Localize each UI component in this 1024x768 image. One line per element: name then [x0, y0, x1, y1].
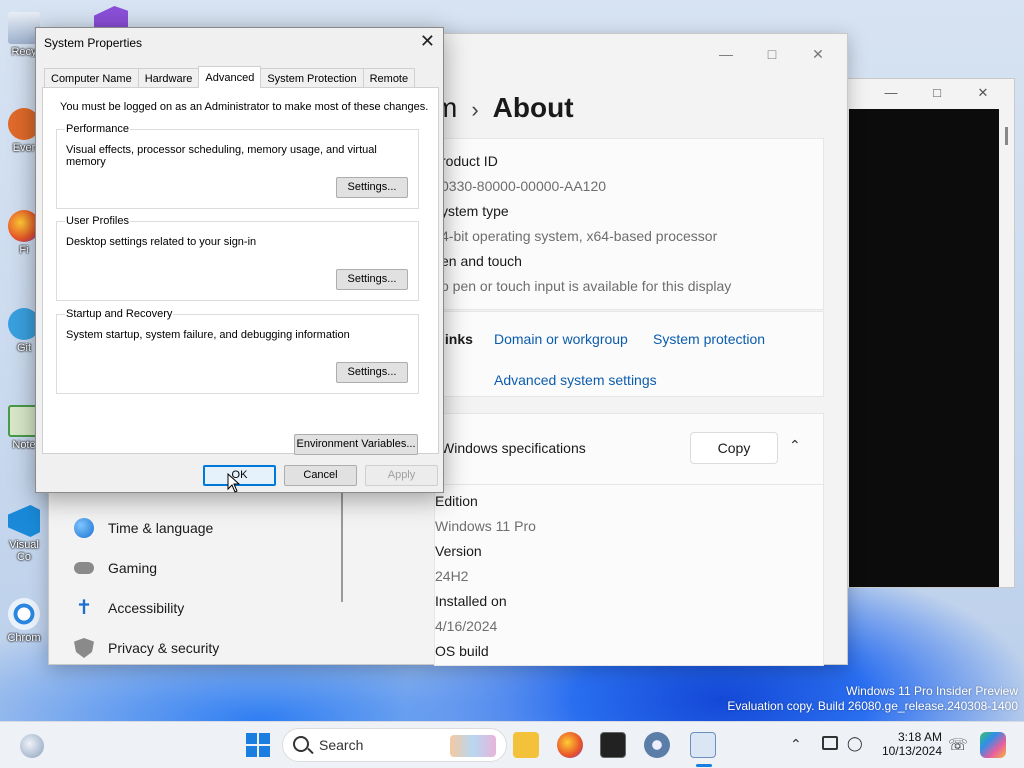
- user-profiles-settings-button[interactable]: Settings...: [336, 269, 408, 290]
- startup-recovery-group: Startup and Recovery System startup, sys…: [56, 308, 419, 394]
- globe-clock-icon: [74, 518, 94, 538]
- settings-taskbar-icon[interactable]: [644, 732, 670, 758]
- taskbar: Search ⌃ ◯ 3:18 AM 10/13/2024 ☏: [0, 721, 1024, 768]
- weather-widget-icon[interactable]: [20, 734, 44, 758]
- taskbar-search[interactable]: Search: [282, 728, 507, 762]
- maximize-icon[interactable]: □: [914, 85, 960, 101]
- cancel-button[interactable]: Cancel: [284, 465, 357, 486]
- search-highlight-icon: [450, 735, 496, 757]
- close-icon[interactable]: ✕: [960, 85, 1006, 101]
- accessibility-icon: ✝: [75, 597, 93, 619]
- performance-group: Performance Visual effects, processor sc…: [56, 123, 419, 209]
- copy-button[interactable]: Copy: [690, 432, 778, 464]
- dialog-title: System Properties: [44, 36, 143, 50]
- tab-advanced[interactable]: Advanced: [198, 66, 262, 88]
- performance-settings-button[interactable]: Settings...: [336, 177, 408, 198]
- copilot-icon[interactable]: [980, 732, 1006, 758]
- system-properties-dialog[interactable]: System Properties ✕ Computer Name Hardwa…: [35, 27, 444, 493]
- volume-muted-icon[interactable]: ◯: [847, 735, 863, 752]
- windows-logo-icon: [246, 733, 270, 757]
- advanced-system-settings-link[interactable]: Advanced system settings: [494, 372, 657, 388]
- chevron-up-icon[interactable]: ⌃: [790, 736, 802, 753]
- chevron-up-icon[interactable]: ⌃: [789, 437, 801, 454]
- close-icon[interactable]: ✕: [420, 31, 435, 52]
- tab-computer-name[interactable]: Computer Name: [44, 68, 139, 88]
- minimize-icon[interactable]: —: [868, 85, 914, 101]
- dialog-tabs: Computer Name Hardware Advanced System P…: [44, 66, 416, 88]
- notification-bell-icon[interactable]: ☏: [948, 735, 968, 755]
- shield-icon: [74, 638, 94, 658]
- close-icon[interactable]: ✕: [795, 40, 841, 68]
- terminal-console[interactable]: [849, 109, 999, 587]
- gamepad-icon: [74, 562, 94, 574]
- environment-variables-button[interactable]: Environment Variables...: [294, 434, 418, 455]
- active-app-indicator: [696, 764, 712, 767]
- windows-specs-card: Edition Windows 11 Pro Version 24H2 Inst…: [434, 485, 824, 666]
- desktop-icon-vscode[interactable]: Visual Co: [4, 505, 44, 563]
- terminal-taskbar-icon[interactable]: [600, 732, 626, 758]
- system-clock[interactable]: 3:18 AM 10/13/2024: [872, 730, 942, 758]
- nav-scrollbar[interactable]: [341, 484, 343, 602]
- apply-button[interactable]: Apply: [365, 465, 438, 486]
- network-icon[interactable]: [822, 736, 838, 750]
- device-specs-card: roduct ID 0330-80000-00000-AA120 ystem t…: [434, 138, 824, 310]
- search-icon: [293, 736, 309, 752]
- start-button[interactable]: [245, 732, 271, 758]
- nav-item-gaming[interactable]: Gaming: [74, 552, 157, 584]
- related-links-card: links Domain or workgroup System protect…: [434, 311, 824, 397]
- advanced-tab-panel: You must be logged on as an Administrato…: [42, 87, 439, 455]
- terminal-window[interactable]: — □ ✕: [845, 78, 1015, 588]
- chevron-right-icon: ›: [471, 97, 479, 122]
- nav-item-time-language[interactable]: Time & language: [74, 512, 213, 544]
- tab-remote[interactable]: Remote: [362, 68, 416, 88]
- nav-item-privacy-security[interactable]: Privacy & security: [74, 632, 219, 664]
- domain-workgroup-link[interactable]: Domain or workgroup: [494, 331, 628, 347]
- breadcrumb: m › About: [434, 92, 574, 124]
- desktop-icon-chrome[interactable]: Chrom: [4, 598, 44, 644]
- system-protection-link[interactable]: System protection: [653, 331, 765, 347]
- vscode-icon: [8, 505, 40, 537]
- minimize-icon[interactable]: —: [703, 40, 749, 68]
- admin-note: You must be logged on as an Administrato…: [60, 101, 429, 113]
- evaluation-watermark: Windows 11 Pro Insider Preview Evaluatio…: [727, 684, 1018, 713]
- page-title: About: [492, 92, 574, 123]
- file-explorer-icon[interactable]: [513, 732, 539, 758]
- maximize-icon[interactable]: □: [749, 40, 795, 68]
- terminal-scrollbar[interactable]: [1005, 127, 1008, 145]
- system-properties-taskbar-icon[interactable]: [690, 732, 716, 758]
- mouse-cursor-icon: [227, 473, 241, 493]
- chrome-icon: [8, 598, 40, 630]
- user-profiles-group: User Profiles Desktop settings related t…: [56, 215, 419, 301]
- tab-hardware[interactable]: Hardware: [137, 68, 200, 88]
- tab-system-protection[interactable]: System Protection: [260, 68, 364, 88]
- firefox-taskbar-icon[interactable]: [557, 732, 583, 758]
- startup-recovery-settings-button[interactable]: Settings...: [336, 362, 408, 383]
- nav-item-accessibility[interactable]: ✝ Accessibility: [74, 592, 185, 624]
